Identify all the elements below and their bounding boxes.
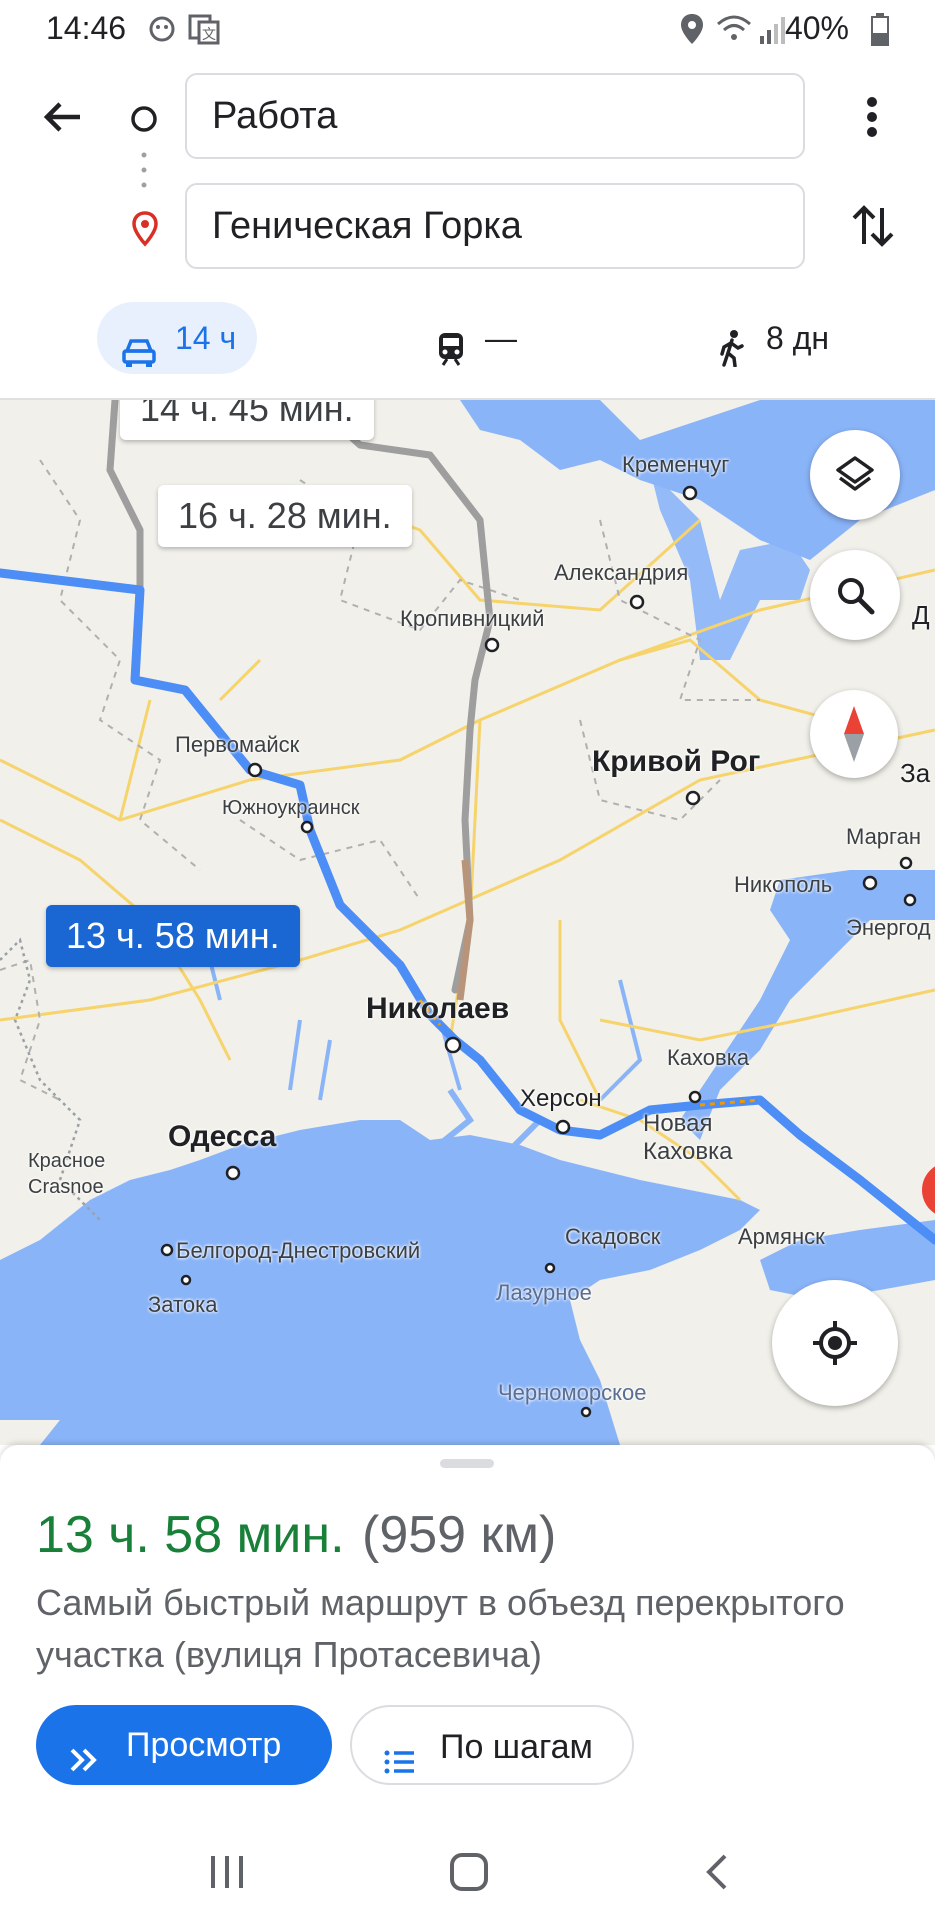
tab-walking-label: 8 дн (766, 320, 830, 356)
map-label: Херсон (520, 1085, 602, 1112)
map-label: Армянск (738, 1224, 825, 1249)
route-callout-alt[interactable]: 16 ч. 28 мин. (158, 485, 412, 547)
map-label: Николаев (366, 992, 510, 1025)
recent-apps-icon (211, 1856, 243, 1888)
tab-driving[interactable]: 14 ч (97, 302, 257, 374)
map-label: Черноморское (498, 1380, 647, 1405)
compass-button[interactable] (810, 690, 898, 778)
layers-icon (836, 456, 874, 491)
compass-icon (844, 706, 864, 762)
list-icon (382, 1729, 418, 1774)
route-dots-icon (141, 150, 147, 192)
status-time: 14:46 (46, 10, 127, 46)
map-label: Никополь (734, 872, 833, 897)
map-label: Кременчуг (622, 452, 730, 477)
route-description: Самый быстрый маршрут в объезд перекрыто… (36, 1582, 845, 1675)
route-callout-selected[interactable]: 13 ч. 58 мин. (46, 905, 300, 967)
tab-walking[interactable]: 8 дн (716, 302, 856, 374)
map-label: Д (912, 600, 930, 630)
map-label: Александрия (554, 560, 689, 585)
map-label: Каховка (667, 1045, 750, 1070)
map-label: Красное Crasnoe (28, 1150, 106, 1198)
back-button[interactable] (38, 92, 88, 142)
steps-label: По шагам (440, 1728, 593, 1766)
svg-text:文: 文 (202, 27, 216, 43)
car-icon (121, 322, 157, 367)
my-location-button[interactable] (772, 1280, 898, 1406)
my-location-icon (813, 1321, 857, 1365)
train-icon (435, 320, 467, 366)
destination-pin-icon (130, 210, 160, 250)
search-button[interactable] (810, 550, 900, 640)
route-callout-alt[interactable]: 14 ч. 45 мин. (120, 400, 374, 440)
tab-transit[interactable]: — (430, 302, 530, 374)
tab-transit-label: — (485, 320, 517, 356)
recent-apps-button[interactable] (205, 1850, 249, 1894)
map-label: Кривой Рог (592, 745, 761, 778)
walk-icon (716, 320, 746, 368)
chevron-left-icon (706, 1854, 727, 1890)
location-icon (678, 12, 706, 46)
double-chevron-icon (66, 1727, 102, 1772)
map-label: Новая Каховка (643, 1110, 733, 1165)
map-label: Кропивницкий (400, 606, 545, 631)
map-label: Скадовск (565, 1224, 661, 1249)
route-distance: (959 км) (362, 1506, 557, 1564)
preview-label: Просмотр (126, 1726, 282, 1764)
map-label: Одесса (168, 1120, 277, 1153)
home-icon (450, 1853, 488, 1891)
map-label: Южноукраинск (222, 797, 360, 819)
steps-button[interactable]: По шагам (350, 1705, 634, 1785)
status-bar: 14:46 文 40% (0, 0, 935, 60)
wifi-icon (714, 12, 754, 46)
route-duration: 13 ч. 58 мин. (36, 1506, 345, 1564)
origin-dot-icon (130, 105, 158, 133)
map-label: Энергод (846, 915, 931, 940)
more-vert-icon (867, 97, 877, 137)
map-label: Марган (846, 824, 921, 849)
signal-icon (758, 12, 788, 46)
swap-button[interactable] (848, 200, 898, 252)
arrow-back-icon (43, 102, 80, 132)
tab-driving-label: 14 ч (175, 320, 237, 356)
search-icon (838, 578, 875, 615)
more-options-button[interactable] (852, 92, 892, 142)
translate-icon: 文 (187, 12, 221, 46)
back-nav-button[interactable] (695, 1850, 739, 1894)
preview-button[interactable]: Просмотр (36, 1705, 332, 1785)
map-label: Белгород-Днестровский (176, 1238, 421, 1263)
swap-vert-icon (852, 205, 894, 247)
map-label: Лазурное (496, 1280, 592, 1305)
system-nav-bar (0, 1820, 935, 1920)
battery-percent: 40% (784, 10, 849, 46)
battery-icon (870, 12, 890, 46)
layers-button[interactable] (810, 430, 900, 520)
map-label: За (900, 758, 931, 788)
destination-field[interactable]: Геническая Горка (185, 183, 805, 269)
map-label: Затока (148, 1292, 218, 1317)
origin-field[interactable]: Работа (185, 73, 805, 159)
map-label: Первомайск (175, 732, 300, 757)
assistant-icon (145, 12, 179, 46)
drag-handle[interactable] (440, 1459, 494, 1468)
map-view[interactable]: Кременчуг Александрия Кропивницкий Перво… (0, 400, 935, 1445)
home-button[interactable] (447, 1850, 491, 1894)
